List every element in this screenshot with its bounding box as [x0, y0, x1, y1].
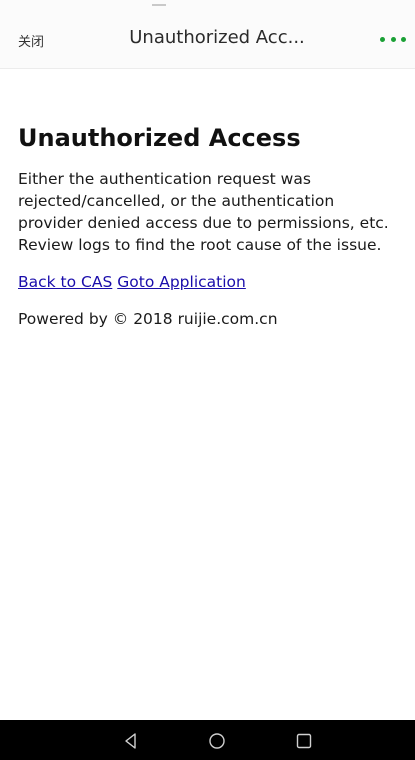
page-header-title: Unauthorized Acc... — [129, 27, 305, 48]
back-triangle-icon[interactable] — [122, 732, 140, 750]
more-dots-icon[interactable] — [380, 34, 406, 44]
recent-apps-square-icon[interactable] — [295, 732, 313, 750]
screen: 关闭 Unauthorized Acc... Unauthorized Acce… — [0, 0, 415, 760]
close-button[interactable]: 关闭 — [18, 31, 44, 50]
dot — [380, 36, 385, 42]
dot — [401, 36, 406, 42]
top-navigation-bar: 关闭 Unauthorized Acc... — [0, 0, 415, 69]
error-description: Either the authentication request was re… — [18, 170, 389, 254]
dot — [390, 36, 396, 42]
back-to-cas-link[interactable]: Back to CAS — [18, 273, 112, 291]
status-bar-indicator — [152, 4, 166, 6]
page-title: Unauthorized Access — [18, 124, 301, 152]
action-links: Back to CAS Goto Application — [18, 271, 397, 293]
powered-by-text: Powered by © 2018 ruijie.com.cn — [18, 310, 278, 328]
goto-application-link[interactable]: Goto Application — [117, 273, 246, 291]
system-navigation-bar — [0, 720, 415, 760]
home-circle-icon[interactable] — [208, 732, 226, 750]
main-content: Unauthorized Access Either the authentic… — [0, 68, 415, 330]
